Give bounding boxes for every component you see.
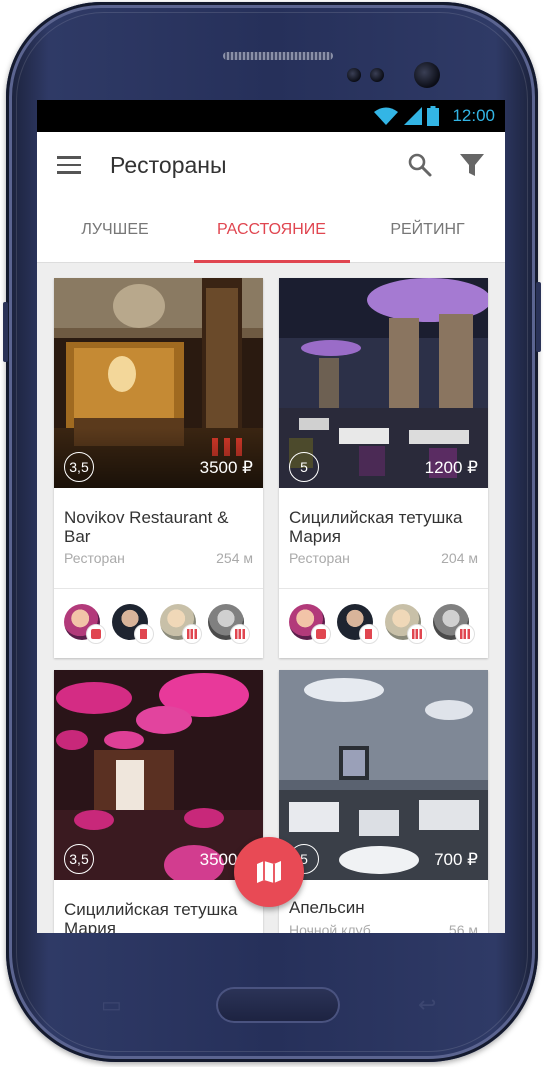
volume-button — [3, 302, 8, 362]
avatar[interactable] — [160, 604, 202, 644]
tab-distance[interactable]: РАССТОЯНИЕ — [193, 198, 350, 262]
divider — [54, 588, 263, 589]
bookmark-icon — [365, 629, 372, 639]
bookmark-icon — [140, 629, 147, 639]
restaurant-card[interactable]: 3,5 3500 ₽ Novikov Restaurant & Bar Рест… — [54, 278, 263, 658]
rating-badge: 3,5 — [64, 452, 94, 482]
signal-icon — [404, 107, 422, 125]
rating-badge: 5 — [289, 452, 319, 482]
wifi-icon — [374, 107, 398, 125]
avatar[interactable] — [385, 604, 427, 644]
filter-icon[interactable] — [459, 152, 485, 178]
avatar[interactable] — [112, 604, 154, 644]
tab-bar: ЛУЧШЕЕ РАССТОЯНИЕ РЕЙТИНГ — [37, 198, 505, 263]
avatar[interactable] — [433, 604, 475, 644]
restaurant-type: Ресторан — [64, 550, 125, 566]
menu-key-icon[interactable]: ▭ — [101, 992, 122, 1018]
restaurant-distance: 56 м — [448, 922, 478, 933]
restaurant-card[interactable]: 3,5 3500 ₽ Сицилийская тетушка Мария — [54, 670, 263, 933]
page-title: Рестораны — [110, 152, 227, 178]
restaurant-distance: 204 м — [441, 550, 478, 566]
chart-icon — [412, 629, 422, 639]
app-bar: Рестораны — [37, 132, 505, 198]
map-icon — [257, 861, 281, 883]
restaurant-card[interactable]: 5 700 ₽ Апельсин Ночной клуб 56 м — [279, 670, 488, 933]
restaurant-name: Апельсин — [289, 898, 365, 917]
active-tab-indicator — [194, 260, 350, 263]
restaurant-name: Сицилийская тетушка Мария — [289, 508, 463, 546]
home-button[interactable] — [216, 987, 340, 1023]
restaurant-type: Ресторан — [289, 550, 350, 566]
chart-icon — [187, 629, 197, 639]
avatar[interactable] — [208, 604, 250, 644]
avatar[interactable] — [289, 604, 331, 644]
restaurant-distance: 254 м — [216, 550, 253, 566]
comment-icon — [91, 629, 101, 639]
restaurant-name: Novikov Restaurant & Bar — [64, 508, 229, 546]
avatar[interactable] — [337, 604, 379, 644]
power-button — [536, 282, 541, 352]
battery-icon — [427, 106, 439, 126]
restaurant-photo: 5 1200 ₽ — [279, 278, 488, 488]
hamburger-menu-icon[interactable] — [57, 156, 81, 174]
restaurant-card[interactable]: 5 1200 ₽ Сицилийская тетушка Мария Ресто… — [279, 278, 488, 658]
divider — [279, 588, 488, 589]
back-key-icon[interactable]: ↩ — [418, 992, 436, 1018]
restaurant-photo: 3,5 3500 ₽ — [54, 278, 263, 488]
screen: 12:00 Рестораны ЛУЧШЕЕ РАССТОЯНИЕ РЕЙТИН… — [37, 100, 505, 933]
status-time: 12:00 — [452, 106, 495, 125]
status-icons — [373, 106, 439, 126]
earpiece-speaker — [223, 52, 333, 60]
tab-rating[interactable]: РЕЙТИНГ — [350, 198, 505, 262]
proximity-sensor — [347, 68, 361, 82]
front-camera — [414, 62, 440, 88]
restaurant-photo: 3,5 3500 ₽ — [54, 670, 263, 880]
price-label: 3500 ₽ — [199, 458, 253, 477]
avatar[interactable] — [64, 604, 106, 644]
restaurant-photo: 5 700 ₽ — [279, 670, 488, 880]
price-label: 700 ₽ — [434, 850, 478, 869]
chart-icon — [460, 629, 470, 639]
status-bar: 12:00 — [37, 100, 505, 132]
comment-icon — [316, 629, 326, 639]
restaurant-name: Сицилийская тетушка Мария — [64, 900, 238, 933]
search-icon[interactable] — [407, 152, 433, 178]
map-fab-button[interactable] — [234, 837, 304, 907]
restaurant-type: Ночной клуб — [289, 922, 371, 933]
price-label: 1200 ₽ — [424, 458, 478, 477]
chart-icon — [235, 629, 245, 639]
tab-best[interactable]: ЛУЧШЕЕ — [37, 198, 193, 262]
rating-badge: 3,5 — [64, 844, 94, 874]
light-sensor — [370, 68, 384, 82]
